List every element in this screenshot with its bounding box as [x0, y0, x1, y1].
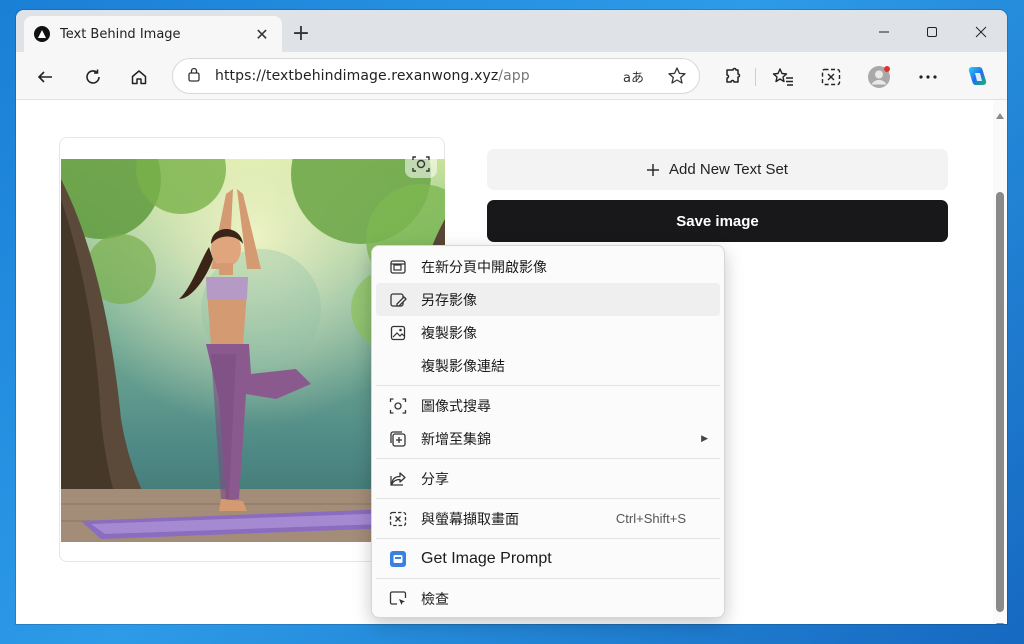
menu-item-label: 圖像式搜尋 — [421, 398, 491, 415]
maximize-icon[interactable] — [909, 18, 955, 46]
page-scrollbar[interactable] — [993, 100, 1007, 624]
url-text[interactable]: https://textbehindimage.rexanwong.xyz/ap… — [215, 68, 530, 84]
extension-icon — [388, 549, 408, 569]
extensions-icon[interactable] — [718, 62, 748, 92]
minimize-icon[interactable] — [861, 18, 907, 46]
menu-item-inspect[interactable]: 檢查 — [376, 582, 720, 615]
favorites-icon[interactable] — [768, 62, 798, 92]
home-icon[interactable] — [124, 62, 154, 92]
menu-item-label: 複製影像 — [421, 325, 477, 342]
menu-item-share[interactable]: 分享 — [376, 462, 720, 495]
copy-image-icon — [388, 323, 408, 343]
open-new-tab-icon — [388, 257, 408, 277]
active-tab[interactable]: Text Behind Image ✕ — [24, 16, 282, 52]
close-tab-icon[interactable]: ✕ — [252, 25, 272, 44]
menu-separator — [376, 458, 720, 459]
submenu-arrow-icon: ▶ — [701, 433, 708, 444]
favorite-star-icon[interactable] — [667, 66, 687, 90]
toolbar-divider — [755, 68, 756, 86]
menu-item-label: Get Image Prompt — [421, 549, 552, 567]
url-host: https://textbehindimage.rexanwong.xyz — [215, 68, 499, 84]
back-arrow-icon[interactable] — [30, 62, 60, 92]
menu-item-copy-image-link[interactable]: 複製影像連結 — [376, 349, 720, 382]
profile-avatar[interactable] — [864, 62, 894, 92]
close-window-icon[interactable] — [958, 18, 1004, 46]
add-new-text-set-button[interactable]: Add New Text Set — [487, 149, 948, 190]
menu-item-get-image-prompt[interactable]: Get Image Prompt — [376, 542, 720, 575]
menu-item-shortcut: Ctrl+Shift+S — [615, 511, 686, 526]
tab-title: Text Behind Image — [60, 26, 181, 42]
menu-item-label: 另存影像 — [421, 292, 477, 309]
plus-icon — [647, 163, 660, 176]
menu-separator — [376, 498, 720, 499]
menu-item-label: 與螢幕擷取畫面 — [421, 511, 519, 528]
new-tab-button[interactable]: + — [288, 22, 314, 48]
menu-item-label: 新增至集錦 — [421, 431, 491, 448]
menu-separator — [376, 578, 720, 579]
screenshot-icon — [388, 509, 408, 529]
save-image-button[interactable]: Save image — [487, 200, 948, 242]
read-aloud-icon[interactable]: aあ — [623, 67, 644, 86]
menu-item-label: 在新分頁中開啟影像 — [421, 259, 547, 276]
copilot-icon[interactable] — [962, 62, 992, 92]
menu-item-visual-search[interactable]: 圖像式搜尋 — [376, 389, 720, 422]
save-image-label: Save image — [676, 212, 759, 230]
address-bar[interactable]: https://textbehindimage.rexanwong.xyz/ap… — [172, 58, 700, 94]
share-icon — [388, 469, 408, 489]
visual-search-overlay-button[interactable] — [405, 150, 437, 178]
image-context-menu: 在新分頁中開啟影像 另存影像 複製影像 複製影像連結 圖像式搜尋 新增至集錦 ▶ — [371, 245, 725, 618]
menu-item-add-to-collections[interactable]: 新增至集錦 ▶ — [376, 422, 720, 455]
menu-item-label: 分享 — [421, 471, 449, 488]
tab-strip: Text Behind Image ✕ + — [16, 10, 1007, 52]
add-collection-icon — [388, 429, 408, 449]
scroll-up-arrow-icon[interactable] — [996, 104, 1004, 123]
more-menu-icon[interactable] — [913, 62, 943, 92]
scrollbar-thumb[interactable] — [996, 192, 1004, 612]
url-path: /app — [498, 68, 530, 84]
menu-separator — [376, 538, 720, 539]
scroll-down-arrow-icon[interactable] — [996, 614, 1004, 624]
visual-search-icon — [388, 396, 408, 416]
site-info-lock-icon[interactable] — [187, 66, 201, 86]
browser-toolbar: https://textbehindimage.rexanwong.xyz/ap… — [16, 52, 1007, 100]
menu-item-copy-image[interactable]: 複製影像 — [376, 316, 720, 349]
menu-item-label: 複製影像連結 — [421, 358, 505, 375]
add-new-text-set-label: Add New Text Set — [669, 161, 788, 178]
triangle-logo-icon — [34, 26, 50, 42]
menu-item-screenshot[interactable]: 與螢幕擷取畫面 Ctrl+Shift+S — [376, 502, 720, 535]
save-image-icon — [388, 290, 408, 310]
menu-item-save-image-as[interactable]: 另存影像 — [376, 283, 720, 316]
inspect-icon — [388, 589, 408, 609]
refresh-icon[interactable] — [78, 62, 108, 92]
menu-item-open-image-new-tab[interactable]: 在新分頁中開啟影像 — [376, 250, 720, 283]
menu-separator — [376, 385, 720, 386]
screenshot-toolbar-icon[interactable] — [816, 62, 846, 92]
menu-item-label: 檢查 — [421, 591, 449, 608]
